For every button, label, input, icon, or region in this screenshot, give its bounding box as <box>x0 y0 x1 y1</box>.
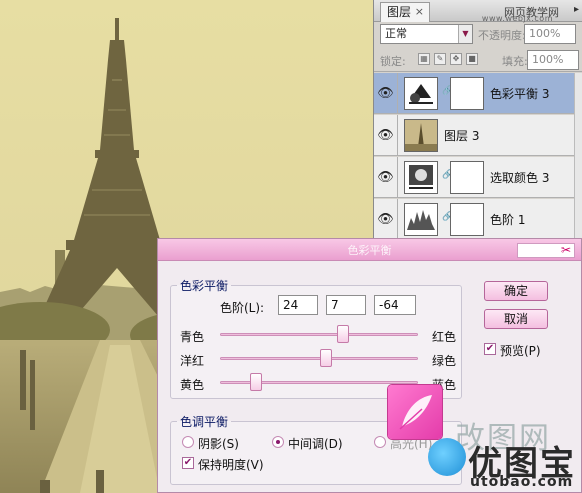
eye-icon[interactable]: 👁 <box>374 73 398 114</box>
preview-checkbox[interactable]: ✔ <box>484 343 496 355</box>
close-icon[interactable]: ✂ <box>561 243 571 257</box>
close-button[interactable]: ✂ <box>517 243 575 258</box>
layer-name: 图层 3 <box>444 129 480 143</box>
utobao-logo-icon <box>428 438 466 476</box>
layer-name: 色彩平衡 3 <box>490 87 550 101</box>
watermark-url: utobao.com <box>470 474 574 490</box>
tab-close-icon[interactable]: × <box>415 3 424 21</box>
slider-left-label: 黄色 <box>180 378 205 392</box>
photo-thumbnail-icon <box>404 119 438 152</box>
lock-move-icon[interactable]: ✥ <box>450 53 462 65</box>
fill-label: 填充: <box>502 55 528 68</box>
layer-row[interactable]: 👁 🔗 色阶 1 <box>374 199 582 240</box>
layer-name: 选取颜色 3 <box>490 171 550 185</box>
magenta-green-slider-thumb[interactable] <box>319 349 332 367</box>
lock-transparent-icon[interactable]: ▦ <box>418 53 430 65</box>
slider-right-label: 绿色 <box>432 354 457 368</box>
tab-layers-label: 图层 <box>387 5 412 19</box>
site-watermark-url: www.webjx.com <box>481 14 553 23</box>
color-balance-adjustment-icon <box>404 77 438 110</box>
tab-layers[interactable]: 图层 × <box>380 2 430 22</box>
ok-button[interactable]: 确定 <box>484 281 548 301</box>
slider-left-label: 青色 <box>180 330 205 344</box>
color-balance-legend: 色彩平衡 <box>180 279 229 293</box>
lock-all-icon[interactable]: ■ <box>466 53 478 65</box>
lock-label: 锁定: <box>380 55 406 68</box>
shadows-label[interactable]: 阴影(S) <box>198 435 239 452</box>
layer-mask-thumbnail[interactable] <box>450 161 484 194</box>
blend-mode-select[interactable]: 正常 ▼ <box>380 24 473 44</box>
levels-input-yellow-blue[interactable]: -64 <box>374 295 416 315</box>
blend-mode-value: 正常 <box>385 27 407 40</box>
levels-label: 色阶(L): <box>220 301 265 315</box>
shadows-radio[interactable] <box>182 436 194 448</box>
yellow-blue-slider-thumb[interactable] <box>249 373 262 391</box>
midtones-label[interactable]: 中间调(D) <box>288 435 343 452</box>
layer-mask-thumbnail[interactable] <box>450 203 484 236</box>
tone-balance-legend: 色调平衡 <box>180 415 229 429</box>
highlights-radio[interactable] <box>374 436 386 448</box>
cancel-button[interactable]: 取消 <box>484 309 548 329</box>
layer-name: 色阶 1 <box>490 213 526 227</box>
midtones-radio[interactable] <box>272 436 284 448</box>
opacity-field[interactable]: 100% <box>524 24 576 44</box>
layer-row[interactable]: 👁 🔗 色彩平衡 3 <box>374 73 582 114</box>
opacity-label: 不透明度: <box>478 29 526 42</box>
panel-menu-icon[interactable]: ▸ <box>574 4 579 15</box>
layer-row[interactable]: 👁 🔗 选取颜色 3 <box>374 157 582 198</box>
preview-label[interactable]: 预览(P) <box>500 342 541 359</box>
feather-icon <box>388 385 442 439</box>
chevron-down-icon[interactable]: ▼ <box>458 25 472 43</box>
layer-mask-thumbnail[interactable] <box>450 77 484 110</box>
preserve-luminosity-label[interactable]: 保持明度(V) <box>198 456 264 473</box>
eye-icon[interactable]: 👁 <box>374 115 398 156</box>
dialog-titlebar[interactable]: 色彩平衡 ✂ <box>158 239 581 261</box>
preserve-luminosity-checkbox[interactable]: ✔ <box>182 457 194 469</box>
eye-icon[interactable]: 👁 <box>374 199 398 240</box>
cyan-red-slider-thumb[interactable] <box>336 325 349 343</box>
layer-row[interactable]: 👁 图层 3 <box>374 115 582 156</box>
eye-icon[interactable]: 👁 <box>374 157 398 198</box>
selective-color-adjustment-icon <box>404 161 438 194</box>
levels-input-magenta-green[interactable]: 7 <box>326 295 366 315</box>
slider-left-label: 洋红 <box>180 354 205 368</box>
slider-right-label: 红色 <box>432 330 457 344</box>
lock-brush-icon[interactable]: ✎ <box>434 53 446 65</box>
fill-field[interactable]: 100% <box>527 50 579 70</box>
layers-tabbar: 图层 × 网页教学网 www.webjx.com ▸ <box>374 0 582 23</box>
cyan-red-slider-track[interactable] <box>220 333 418 336</box>
blend-opacity-row: 正常 ▼ 不透明度: 100% <box>374 23 582 47</box>
lock-fill-row: 锁定: ▦ ✎ ✥ ■ 填充: 100% <box>374 48 582 72</box>
levels-adjustment-icon <box>404 203 438 236</box>
levels-input-cyan-red[interactable]: 24 <box>278 295 318 315</box>
